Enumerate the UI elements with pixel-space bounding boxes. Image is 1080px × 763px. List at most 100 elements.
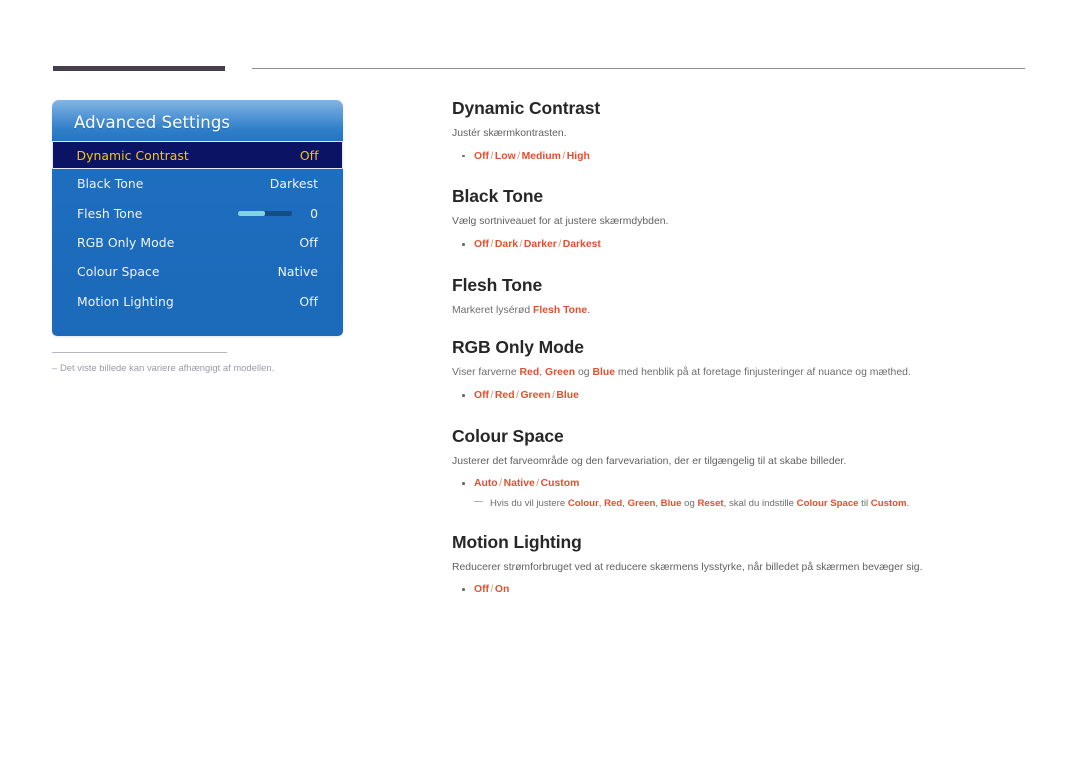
- body-text-fragment: til: [859, 498, 871, 509]
- osd-illustration-column: Advanced Settings Dynamic Contrast Off Bla…: [52, 100, 343, 336]
- doc-section-description: Vælg sortniveauet for at justere skærmdy…: [452, 215, 1027, 230]
- osd-panel-title: Advanced Settings: [74, 113, 230, 132]
- doc-options-item: Off/Dark/Darker/Darkest: [452, 237, 1027, 253]
- section-spacer: [452, 165, 1027, 186]
- subnote-dash-icon: [474, 501, 483, 502]
- doc-option-value: Off: [474, 390, 489, 401]
- footnote-text-row: – Det viste billede kan variere afhængig…: [52, 362, 352, 375]
- doc-option-value: Medium: [522, 151, 561, 162]
- section-spacer: [452, 254, 1027, 275]
- doc-section-dynamic-contrast: Dynamic Contrast Justér skærmkontrasten. O…: [452, 98, 1027, 164]
- body-text-fragment: Hvis du vil justere: [490, 498, 568, 509]
- osd-row-label: Motion Lighting: [77, 294, 174, 309]
- osd-row-value: Darkest: [270, 176, 318, 191]
- doc-option-value: Dark: [495, 239, 518, 250]
- doc-option-value: On: [495, 584, 509, 595]
- osd-row-label: RGB Only Mode: [77, 235, 174, 250]
- documentation-column: Dynamic Contrast Justér skærmkontrasten. O…: [452, 98, 1027, 599]
- page-header-rule: [53, 66, 1025, 74]
- doc-option-value: Darker: [524, 239, 557, 250]
- footnote-dash-icon: –: [52, 362, 60, 375]
- doc-option-value: Native: [504, 478, 535, 489]
- bullet-icon: [462, 243, 465, 246]
- doc-section-description: Markeret lysérød Flesh Tone.: [452, 304, 1027, 319]
- body-text-fragment: og: [681, 498, 697, 509]
- doc-section-motion-lighting: Motion Lighting Reducerer strømforbruget …: [452, 532, 1027, 598]
- osd-row-label: Colour Space: [77, 264, 160, 279]
- emphasised-term: Colour: [568, 498, 599, 509]
- doc-options-list: Off/On: [452, 582, 1027, 598]
- doc-section-heading: Dynamic Contrast: [452, 98, 1027, 118]
- osd-row-value: 0: [306, 206, 318, 221]
- doc-section-rgb-only-mode: RGB Only ModeViser farverne Red, Green o…: [452, 337, 1027, 403]
- emphasised-term: Red: [604, 498, 622, 509]
- doc-section-black-tone: Black Tone Vælg sortniveauet for at juste…: [452, 186, 1027, 252]
- osd-row-value: Native: [278, 264, 318, 279]
- header-divider-line: [252, 68, 1025, 69]
- osd-row-dynamic-contrast[interactable]: Dynamic Contrast Off: [52, 141, 343, 169]
- osd-row-motion-lighting[interactable]: Motion Lighting Off: [52, 287, 343, 316]
- header-accent-bar: [53, 66, 225, 71]
- body-text-fragment: , skal du indstille: [724, 498, 797, 509]
- emphasised-term: Reset: [697, 498, 723, 509]
- bullet-icon: [462, 155, 465, 158]
- doc-options-list: Off/Dark/Darker/Darkest: [452, 237, 1027, 253]
- doc-options-item: Off/Low/Medium/High: [452, 149, 1027, 165]
- doc-section-flesh-tone: Flesh ToneMarkeret lysérød Flesh Tone.: [452, 275, 1027, 319]
- body-text-fragment: Viser farverne: [452, 367, 520, 378]
- doc-section-description: Reducerer strømforbruget ved at reducere…: [452, 561, 1027, 576]
- doc-option-value: Auto: [474, 478, 498, 489]
- emphasised-term: Custom: [871, 498, 907, 509]
- osd-panel: Advanced Settings Dynamic Contrast Off Bla…: [52, 100, 343, 336]
- doc-options-list: Auto/Native/Custom: [452, 476, 1027, 492]
- section-spacer: [452, 318, 1027, 337]
- emphasised-term: Colour Space: [797, 498, 859, 509]
- doc-options-item: Auto/Native/Custom: [452, 476, 1027, 492]
- illustration-footnote: – Det viste billede kan variere afhængig…: [52, 352, 352, 375]
- osd-row-value: Off: [299, 294, 318, 309]
- osd-menu-list: Dynamic ContrastOffBlack ToneDarkestFles…: [52, 141, 343, 316]
- doc-option-value: Green: [520, 390, 550, 401]
- doc-section-colour-space: Colour Space Justerer det farveområde og …: [452, 426, 1027, 511]
- osd-row-flesh-tone[interactable]: Flesh Tone 0: [52, 198, 343, 227]
- body-text-fragment: Markeret lysérød: [452, 305, 533, 316]
- emphasised-term: Blue: [661, 498, 682, 509]
- body-text-fragment: og: [575, 367, 592, 378]
- osd-row-label: Dynamic Contrast: [77, 148, 189, 163]
- doc-option-value: Off: [474, 584, 489, 595]
- body-text-fragment: med henblik på at foretage finjusteringe…: [615, 367, 911, 378]
- osd-row-label: Flesh Tone: [77, 206, 142, 221]
- doc-section-heading: Black Tone: [452, 186, 1027, 206]
- osd-row-black-tone[interactable]: Black ToneDarkest: [52, 169, 343, 198]
- emphasised-term: Green: [628, 498, 656, 509]
- doc-section-heading: Motion Lighting: [452, 532, 1027, 552]
- doc-options-item: Off/On: [452, 582, 1027, 598]
- doc-options-list: Off/Red/Green/Blue: [452, 388, 1027, 404]
- osd-row-value: Off: [299, 235, 318, 250]
- osd-row-rgb-only-mode[interactable]: RGB Only Mode Off: [52, 228, 343, 257]
- doc-subnote: Hvis du vil justere Colour, Red, Green, …: [452, 497, 1027, 511]
- emphasised-term: Flesh Tone: [533, 305, 587, 316]
- osd-row-colour-space[interactable]: Colour Space Native: [52, 257, 343, 286]
- doc-option-value: Darkest: [563, 239, 601, 250]
- emphasised-term: Green: [545, 367, 575, 378]
- doc-options-list: Off/Low/Medium/High: [452, 149, 1027, 165]
- doc-options-item: Off/Red/Green/Blue: [452, 388, 1027, 404]
- doc-section-heading: Colour Space: [452, 426, 1027, 446]
- osd-slider-fill: [238, 211, 265, 216]
- doc-option-value: Blue: [556, 390, 579, 401]
- bullet-icon: [462, 394, 465, 397]
- body-text-fragment: .: [907, 498, 910, 509]
- doc-section-description: Justerer det farveområde og den farvevar…: [452, 455, 1027, 470]
- osd-row-value: Off: [300, 148, 319, 163]
- doc-section-description: Justér skærmkontrasten.: [452, 127, 1027, 142]
- bullet-icon: [462, 482, 465, 485]
- body-text-fragment: .: [587, 305, 590, 316]
- doc-section-heading: Flesh Tone: [452, 275, 1027, 295]
- osd-row-slider[interactable]: [238, 211, 292, 216]
- section-spacer: [452, 511, 1027, 532]
- bullet-icon: [462, 588, 465, 591]
- doc-option-value: Low: [495, 151, 516, 162]
- doc-section-description: Viser farverne Red, Green og Blue med he…: [452, 366, 1027, 381]
- emphasised-term: Red: [520, 367, 540, 378]
